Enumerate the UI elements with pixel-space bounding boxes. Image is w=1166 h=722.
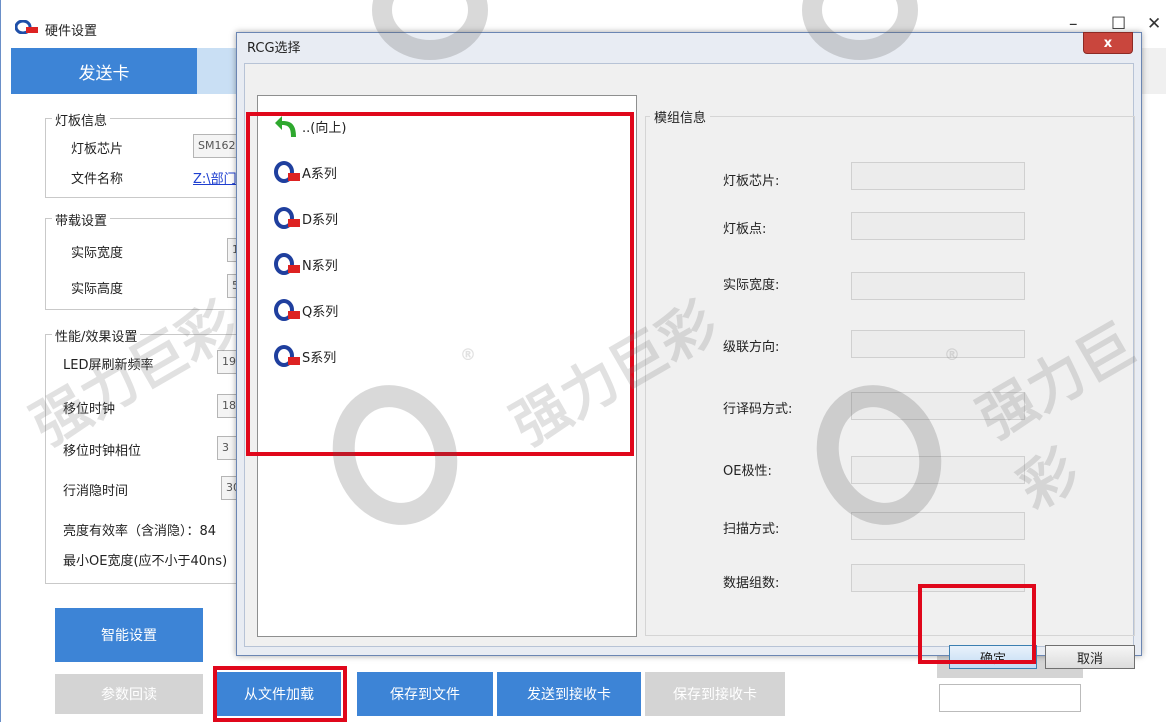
smart-settings-button[interactable]: 智能设置	[55, 608, 203, 662]
actual-height-label: 实际高度	[71, 282, 124, 297]
mod-points-label: 灯板点:	[723, 222, 767, 237]
refresh-rate-label: LED屏刷新频率	[63, 358, 154, 373]
brightness-efficiency-label: 亮度有效率（含消隐）：84	[63, 524, 217, 539]
blanking-time-label: 行消隐时间	[63, 484, 129, 499]
status-field[interactable]	[939, 684, 1081, 712]
save-to-file-button[interactable]: 保存到文件	[357, 672, 493, 716]
tab-send-card[interactable]: 发送卡	[11, 48, 197, 94]
file-name-link[interactable]: Z:\部门	[193, 168, 237, 187]
panel-info-title: 灯板信息	[52, 110, 111, 129]
mod-points-field[interactable]	[851, 212, 1025, 240]
chip-field[interactable]: SM1620	[193, 134, 239, 158]
window-title: 硬件设置	[45, 24, 98, 39]
mod-chip-label: 灯板芯片:	[723, 174, 780, 189]
mod-chip-field[interactable]	[851, 162, 1025, 190]
shift-clock-label: 移位时钟	[63, 402, 116, 417]
cancel-button[interactable]: 取消	[1045, 645, 1135, 669]
mod-scan-label: 扫描方式:	[723, 522, 780, 537]
readback-button[interactable]: 参数回读	[55, 674, 203, 714]
mod-oe-field[interactable]	[851, 456, 1025, 484]
mod-oe-label: OE极性:	[723, 464, 772, 479]
mod-scan-field[interactable]	[851, 512, 1025, 540]
load-settings-title: 带载设置	[52, 210, 111, 229]
save-to-receiver-button[interactable]: 保存到接收卡	[645, 672, 785, 716]
performance-title: 性能/效果设置	[52, 326, 141, 345]
mod-width-field[interactable]	[851, 272, 1025, 300]
highlight-ok-button	[918, 584, 1036, 664]
highlight-series-list	[246, 112, 634, 456]
file-name-label: 文件名称	[71, 172, 124, 187]
actual-width-label: 实际宽度	[71, 246, 124, 261]
mod-groups-label: 数据组数:	[723, 576, 780, 591]
chip-label: 灯板芯片	[71, 142, 124, 157]
mod-width-label: 实际宽度:	[723, 278, 780, 293]
mod-decode-label: 行译码方式:	[723, 402, 793, 417]
dialog-title: RCG选择	[247, 41, 301, 56]
dialog-close-button[interactable]: x	[1083, 32, 1133, 54]
maximize-button[interactable]: ☐	[1111, 14, 1126, 34]
close-button[interactable]: ✕	[1147, 14, 1161, 34]
mod-cascade-field[interactable]	[851, 330, 1025, 358]
send-to-receiver-button[interactable]: 发送到接收卡	[497, 672, 641, 716]
module-info-group	[645, 116, 1135, 636]
min-oe-width-label: 最小OE宽度(应不小于40ns)	[63, 554, 228, 569]
highlight-load-file	[213, 666, 347, 722]
mod-decode-field[interactable]	[851, 392, 1025, 420]
clock-phase-label: 移位时钟相位	[63, 444, 142, 459]
module-info-title: 模组信息	[650, 107, 711, 126]
app-logo-icon	[15, 20, 38, 34]
mod-cascade-label: 级联方向:	[723, 340, 780, 355]
minimize-button[interactable]: –	[1069, 14, 1078, 34]
